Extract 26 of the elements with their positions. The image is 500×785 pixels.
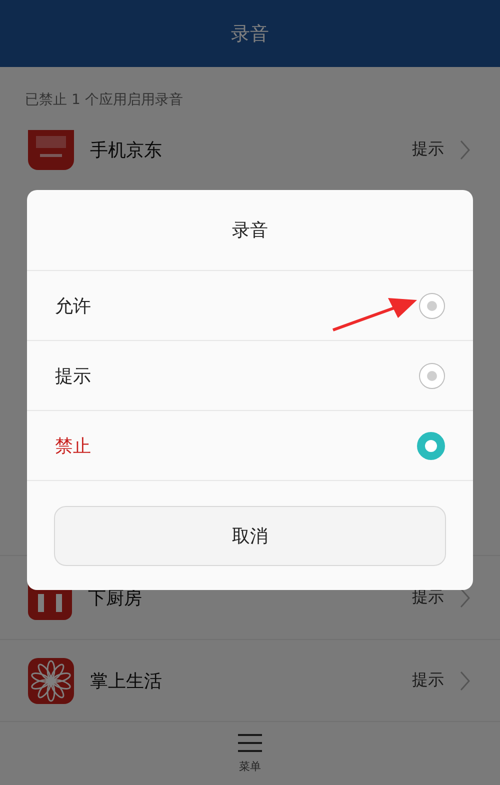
radio-button[interactable] [419, 292, 445, 318]
permission-value: 提示 [412, 670, 444, 692]
page-title: 录音 [231, 22, 269, 46]
app-row[interactable]: 手机京东 提示 [0, 124, 500, 175]
option-label: 禁止 [55, 434, 91, 458]
chevron-icon [460, 588, 470, 608]
option-row[interactable]: 提示 [27, 341, 473, 411]
summary-text: 已禁止 1 个应用启用录音 [25, 90, 183, 109]
app-name: 手机京东 [90, 138, 163, 162]
chevron-icon [460, 140, 470, 160]
chevron-icon [460, 670, 470, 691]
option-row[interactable]: 禁止 [27, 411, 473, 481]
app-icon [28, 658, 74, 704]
permission-value: 提示 [412, 139, 444, 160]
app-row[interactable]: 掌上生活 提示 [0, 639, 500, 722]
app-icon [28, 130, 74, 170]
radio-button[interactable] [419, 362, 445, 388]
option-label: 提示 [55, 364, 91, 388]
app-name: 掌上生活 [90, 670, 163, 693]
menu-label[interactable]: 菜单 [239, 759, 261, 774]
cancel-button[interactable]: 取消 [54, 506, 446, 566]
option-label: 允许 [55, 294, 91, 318]
menu-icon[interactable] [237, 733, 263, 754]
radio-button[interactable] [417, 432, 445, 460]
dialog-title: 录音 [232, 219, 268, 242]
app-name: 下厨房 [88, 586, 143, 610]
